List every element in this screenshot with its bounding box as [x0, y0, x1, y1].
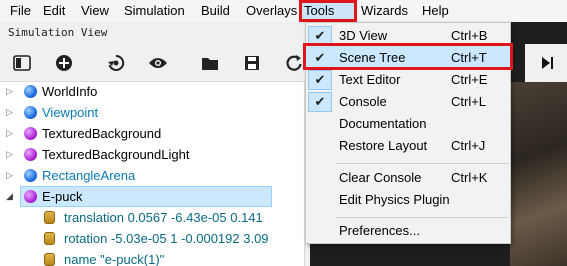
node-label: RectangleArena: [42, 168, 136, 183]
node-icon: [24, 169, 37, 182]
menu-item-console[interactable]: ✔ Console Ctrl+L: [306, 91, 510, 113]
tools-dropdown-menu: ✔ 3D View Ctrl+B ✔ Scene Tree Ctrl+T ✔ T…: [303, 22, 513, 244]
menu-item-text-editor[interactable]: ✔ Text Editor Ctrl+E: [306, 69, 510, 91]
menu-file[interactable]: File: [8, 0, 33, 22]
node-icon: [24, 106, 37, 119]
node-label: WorldInfo: [42, 84, 98, 99]
menu-overlays[interactable]: Overlays: [244, 0, 299, 22]
collapse-arrow-icon[interactable]: ◢: [6, 186, 16, 207]
expand-arrow-icon[interactable]: ▷: [6, 144, 16, 165]
check-icon: ✔: [308, 92, 332, 112]
menu-item-label: Scene Tree: [339, 50, 406, 65]
menu-item-shortcut: Ctrl+K: [451, 170, 488, 185]
menu-edit[interactable]: Edit: [41, 0, 67, 22]
node-label: TexturedBackground: [42, 126, 162, 141]
expand-arrow-icon[interactable]: ▷: [6, 81, 16, 102]
tree-field-rotation[interactable]: rotation -5.03e-05 1 -0.000192 3.09: [0, 228, 300, 249]
field-label: name "e-puck(1)": [64, 252, 165, 266]
menu-tools[interactable]: Tools: [299, 0, 357, 22]
menu-item-scene-tree[interactable]: ✔ Scene Tree Ctrl+T: [306, 47, 510, 69]
menu-item-label: Console: [339, 94, 387, 109]
save-icon[interactable]: [240, 52, 264, 74]
open-folder-icon[interactable]: [198, 52, 222, 74]
menu-item-shortcut: Ctrl+J: [451, 138, 486, 153]
menu-item-shortcut: Ctrl+T: [451, 50, 487, 65]
expand-arrow-icon[interactable]: ▷: [6, 123, 16, 144]
expand-arrow-icon[interactable]: ▷: [6, 102, 16, 123]
scene-tree[interactable]: ▷ WorldInfo ▷ Viewpoint ▷ TexturedBackgr…: [0, 82, 305, 266]
field-icon: [44, 211, 55, 224]
menu-item-label: Clear Console: [339, 170, 422, 185]
menu-item-label: Edit Physics Plugin: [339, 192, 450, 207]
menu-help[interactable]: Help: [420, 0, 451, 22]
menu-item-shortcut: Ctrl+E: [451, 72, 488, 87]
node-label: Viewpoint: [42, 105, 99, 120]
expand-arrow-icon[interactable]: ▷: [6, 165, 16, 186]
tree-node-worldinfo[interactable]: ▷ WorldInfo: [0, 81, 300, 102]
menu-item-documentation[interactable]: Documentation: [306, 113, 510, 135]
menu-item-preferences[interactable]: Preferences...: [306, 220, 510, 242]
view-toolbar: [525, 44, 567, 82]
menu-item-label: Text Editor: [339, 72, 401, 87]
menu-item-label: Preferences...: [339, 223, 420, 238]
eye-icon[interactable]: [146, 52, 170, 74]
reset-view-icon[interactable]: [104, 52, 128, 74]
panel-title: Simulation View: [8, 26, 108, 39]
tree-node-epuck[interactable]: ◢ E-puck: [0, 186, 300, 207]
menu-item-shortcut: Ctrl+L: [451, 94, 487, 109]
tree-node-rectanglearena[interactable]: ▷ RectangleArena: [0, 165, 300, 186]
menu-item-restore-layout[interactable]: Restore Layout Ctrl+J: [306, 135, 510, 157]
menu-separator: [336, 217, 508, 218]
field-icon: [44, 232, 55, 245]
node-icon: [24, 148, 37, 161]
node-label: TexturedBackgroundLight: [42, 147, 190, 162]
menu-item-label: Documentation: [339, 116, 427, 131]
menu-item-label: Restore Layout: [339, 138, 428, 153]
menu-build[interactable]: Build: [199, 0, 232, 22]
toggle-panel-icon[interactable]: [10, 52, 34, 74]
panel-titlebar: Simulation View: [0, 22, 310, 44]
add-node-icon[interactable]: [52, 52, 76, 74]
field-label: translation 0.0567 -6.43e-05 0.141: [64, 210, 263, 225]
tree-node-texturedbackgroundlight[interactable]: ▷ TexturedBackgroundLight: [0, 144, 300, 165]
node-icon: [24, 127, 37, 140]
menu-view[interactable]: View: [79, 0, 111, 22]
tree-field-translation[interactable]: translation 0.0567 -6.43e-05 0.141: [0, 207, 300, 228]
menu-item-edit-physics-plugin[interactable]: Edit Physics Plugin: [306, 189, 510, 211]
tree-node-viewpoint[interactable]: ▷ Viewpoint: [0, 102, 300, 123]
step-icon[interactable]: [535, 52, 559, 74]
check-icon: ✔: [314, 50, 326, 65]
field-icon: [44, 253, 55, 266]
menu-wizards[interactable]: Wizards: [359, 0, 410, 22]
node-icon: [24, 85, 37, 98]
check-icon: ✔: [308, 70, 332, 90]
node-icon: [24, 190, 37, 203]
menu-bar: File Edit View Simulation Build Overlays…: [0, 0, 567, 22]
scene-tree-toolbar: [0, 44, 310, 82]
tree-field-name[interactable]: name "e-puck(1)": [0, 249, 300, 266]
node-label: E-puck: [42, 189, 83, 204]
menu-simulation[interactable]: Simulation: [122, 0, 187, 22]
menu-separator: [336, 163, 508, 164]
field-label: rotation -5.03e-05 1 -0.000192 3.09: [64, 231, 269, 246]
3d-scene-render[interactable]: [510, 82, 567, 266]
tree-node-texturedbackground[interactable]: ▷ TexturedBackground: [0, 123, 300, 144]
menu-item-clear-console[interactable]: Clear Console Ctrl+K: [306, 167, 510, 189]
